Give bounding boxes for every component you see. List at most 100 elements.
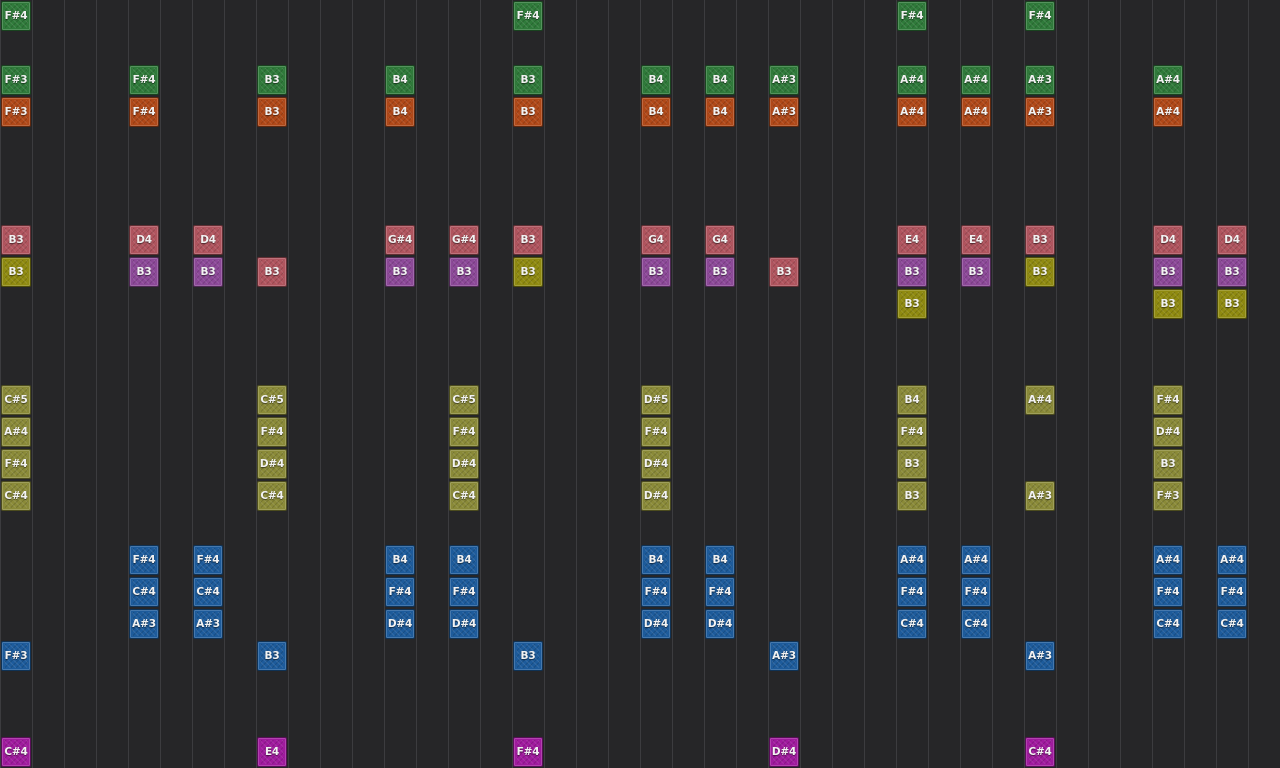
note-block[interactable]: F#3: [1, 65, 31, 95]
note-block[interactable]: B3: [257, 65, 287, 95]
note-block[interactable]: D#4: [449, 609, 479, 639]
note-block[interactable]: A#4: [897, 97, 927, 127]
note-block[interactable]: F#4: [1153, 577, 1183, 607]
note-block[interactable]: B3: [961, 257, 991, 287]
note-block[interactable]: A#4: [1153, 545, 1183, 575]
note-block[interactable]: A#4: [1153, 65, 1183, 95]
note-block[interactable]: F#4: [1217, 577, 1247, 607]
note-block[interactable]: G4: [705, 225, 735, 255]
note-block[interactable]: E4: [897, 225, 927, 255]
note-block[interactable]: D#4: [641, 449, 671, 479]
note-block[interactable]: D#4: [641, 481, 671, 511]
note-block[interactable]: B3: [513, 225, 543, 255]
note-block[interactable]: F#4: [193, 545, 223, 575]
note-block[interactable]: D4: [193, 225, 223, 255]
note-block[interactable]: C#4: [961, 609, 991, 639]
note-block[interactable]: B4: [705, 545, 735, 575]
note-block[interactable]: F#3: [1153, 481, 1183, 511]
note-block[interactable]: C#5: [257, 385, 287, 415]
note-block[interactable]: A#4: [897, 65, 927, 95]
note-block[interactable]: B3: [257, 641, 287, 671]
note-block[interactable]: B3: [385, 257, 415, 287]
note-block[interactable]: B3: [1025, 225, 1055, 255]
note-block[interactable]: C#5: [1, 385, 31, 415]
note-block[interactable]: B3: [897, 449, 927, 479]
note-block[interactable]: A#3: [769, 97, 799, 127]
note-block[interactable]: C#5: [449, 385, 479, 415]
note-block[interactable]: F#4: [641, 577, 671, 607]
note-block[interactable]: A#3: [1025, 641, 1055, 671]
note-block[interactable]: B3: [1153, 257, 1183, 287]
note-block[interactable]: C#4: [1025, 737, 1055, 767]
note-block[interactable]: A#3: [1025, 97, 1055, 127]
note-block[interactable]: D#4: [449, 449, 479, 479]
note-block[interactable]: F#4: [1, 1, 31, 31]
note-block[interactable]: B3: [257, 257, 287, 287]
note-block[interactable]: D#5: [641, 385, 671, 415]
note-block[interactable]: F#4: [897, 577, 927, 607]
note-block[interactable]: B4: [641, 97, 671, 127]
note-block[interactable]: B3: [1153, 289, 1183, 319]
note-block[interactable]: F#4: [449, 417, 479, 447]
note-block[interactable]: D#4: [641, 609, 671, 639]
note-block[interactable]: B3: [769, 257, 799, 287]
note-block[interactable]: F#4: [897, 1, 927, 31]
note-block[interactable]: C#4: [1153, 609, 1183, 639]
note-block[interactable]: B4: [641, 545, 671, 575]
note-block[interactable]: G#4: [385, 225, 415, 255]
note-block[interactable]: C#4: [897, 609, 927, 639]
note-block[interactable]: C#4: [193, 577, 223, 607]
note-block[interactable]: B3: [1, 225, 31, 255]
note-block[interactable]: A#4: [961, 97, 991, 127]
note-block[interactable]: E4: [257, 737, 287, 767]
note-block[interactable]: F#4: [641, 417, 671, 447]
note-block[interactable]: A#4: [897, 545, 927, 575]
note-block[interactable]: B3: [257, 97, 287, 127]
note-block[interactable]: F#4: [385, 577, 415, 607]
note-block[interactable]: A#4: [1025, 385, 1055, 415]
note-block[interactable]: D#4: [257, 449, 287, 479]
note-block[interactable]: D#4: [1153, 417, 1183, 447]
note-block[interactable]: F#4: [513, 737, 543, 767]
note-block[interactable]: D4: [1217, 225, 1247, 255]
note-block[interactable]: A#4: [1, 417, 31, 447]
note-block[interactable]: B3: [1153, 449, 1183, 479]
note-block[interactable]: F#4: [129, 97, 159, 127]
note-block[interactable]: F#4: [1025, 1, 1055, 31]
note-block[interactable]: B3: [193, 257, 223, 287]
note-block[interactable]: B3: [1, 257, 31, 287]
note-block[interactable]: F#4: [129, 65, 159, 95]
note-block[interactable]: D#4: [769, 737, 799, 767]
note-block[interactable]: A#4: [1153, 97, 1183, 127]
note-block[interactable]: F#4: [513, 1, 543, 31]
note-block[interactable]: D#4: [385, 609, 415, 639]
note-block[interactable]: A#3: [769, 641, 799, 671]
note-block[interactable]: B4: [897, 385, 927, 415]
note-block[interactable]: B3: [897, 481, 927, 511]
note-block[interactable]: E4: [961, 225, 991, 255]
note-block[interactable]: G#4: [449, 225, 479, 255]
note-block[interactable]: B4: [705, 97, 735, 127]
sequencer-grid[interactable]: F#4 F#4 F#4 F#4 F#3 F#4 B3 B4 B3 B4 B4 A#3 A#4 A#4 A#3…: [0, 0, 1280, 768]
note-block[interactable]: B3: [705, 257, 735, 287]
note-block[interactable]: F#3: [1, 97, 31, 127]
note-block[interactable]: F#4: [257, 417, 287, 447]
note-block[interactable]: C#4: [1217, 609, 1247, 639]
note-block[interactable]: B4: [449, 545, 479, 575]
note-block[interactable]: A#3: [193, 609, 223, 639]
note-block[interactable]: F#4: [961, 577, 991, 607]
note-block[interactable]: F#4: [897, 417, 927, 447]
note-block[interactable]: C#4: [1, 737, 31, 767]
note-block[interactable]: B3: [897, 289, 927, 319]
note-block[interactable]: B3: [1217, 257, 1247, 287]
note-block[interactable]: B4: [385, 97, 415, 127]
note-block[interactable]: B3: [513, 257, 543, 287]
note-block[interactable]: C#4: [1, 481, 31, 511]
note-block[interactable]: G4: [641, 225, 671, 255]
note-block[interactable]: B3: [641, 257, 671, 287]
note-block[interactable]: B3: [1217, 289, 1247, 319]
note-block[interactable]: B3: [449, 257, 479, 287]
note-block[interactable]: F#4: [129, 545, 159, 575]
note-block[interactable]: C#4: [129, 577, 159, 607]
note-block[interactable]: B3: [513, 65, 543, 95]
